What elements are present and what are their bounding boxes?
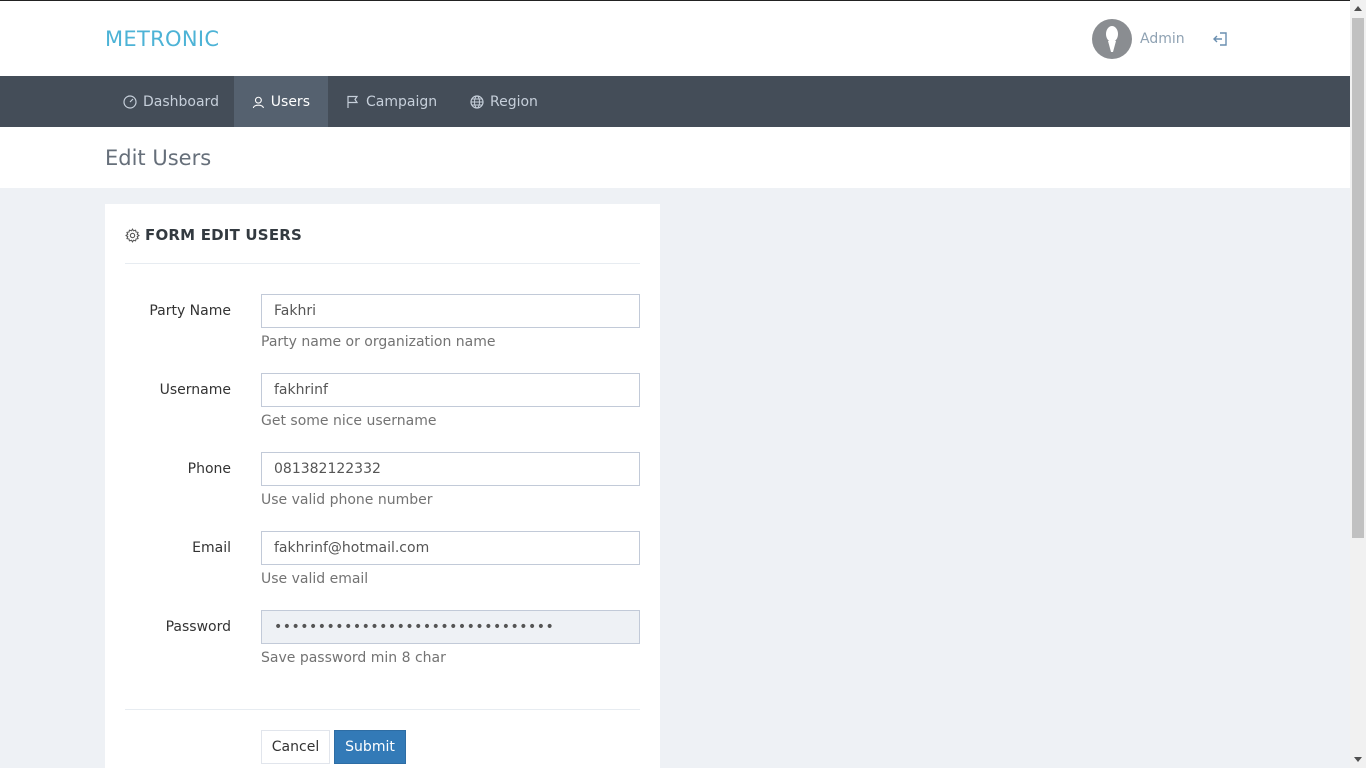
form-row-party-name: Party Name Party name or organization na… <box>105 294 660 354</box>
avatar[interactable] <box>1092 19 1132 59</box>
submit-button[interactable]: Submit <box>334 730 406 764</box>
scroll-up-arrow[interactable] <box>1354 6 1362 11</box>
form-row-password: Password Save password min 8 char <box>105 610 660 670</box>
user-menu[interactable]: Admin <box>1092 19 1229 59</box>
user-icon <box>252 96 264 108</box>
logout-icon[interactable] <box>1211 30 1229 48</box>
nav-item-users[interactable]: Users <box>234 76 328 127</box>
phone-label: Phone <box>187 461 231 477</box>
email-help: Use valid email <box>261 571 369 587</box>
form-title: FORM EDIT USERS <box>145 226 303 244</box>
party-name-label: Party Name <box>149 303 231 319</box>
user-name[interactable]: Admin <box>1140 31 1185 47</box>
portlet-title: FORM EDIT USERS <box>125 226 302 244</box>
email-label: Email <box>192 540 231 556</box>
nav-item-region[interactable]: Region <box>452 76 556 127</box>
party-name-input[interactable] <box>261 294 640 328</box>
scroll-thumb[interactable] <box>1352 18 1364 538</box>
nav-item-dashboard[interactable]: Dashboard <box>105 76 237 127</box>
page-head: Edit Users <box>0 127 1350 188</box>
password-label: Password <box>165 619 231 635</box>
page-title: Edit Users <box>105 146 212 170</box>
logo[interactable]: METRONIC <box>105 27 219 51</box>
form-row-email: Email Use valid email <box>105 531 660 591</box>
nav-label: Region <box>490 93 538 110</box>
form-row-username: Username Get some nice username <box>105 373 660 433</box>
scroll-down-arrow[interactable] <box>1354 757 1362 762</box>
phone-help: Use valid phone number <box>261 492 433 508</box>
top-header: METRONIC Admin <box>0 0 1350 76</box>
password-input[interactable] <box>261 610 640 644</box>
form-row-phone: Phone Use valid phone number <box>105 452 660 512</box>
actions-divider <box>125 709 640 710</box>
party-name-help: Party name or organization name <box>261 334 496 350</box>
flag-icon <box>347 95 359 108</box>
cancel-button[interactable]: Cancel <box>261 730 330 764</box>
title-divider <box>125 263 640 264</box>
username-label: Username <box>159 382 231 398</box>
password-help: Save password min 8 char <box>261 650 446 666</box>
phone-input[interactable] <box>261 452 640 486</box>
gear-icon <box>125 227 140 243</box>
email-input[interactable] <box>261 531 640 565</box>
nav-item-campaign[interactable]: Campaign <box>328 76 455 127</box>
nav-label: Users <box>270 93 310 110</box>
dashboard-icon <box>123 94 137 109</box>
page-scrollbar[interactable] <box>1350 0 1366 768</box>
main-nav: Dashboard Users Campaign Region <box>0 76 1350 127</box>
form-portlet: FORM EDIT USERS Party Name Party name or… <box>105 204 660 768</box>
nav-label: Dashboard <box>143 93 219 110</box>
globe-icon <box>470 94 484 109</box>
username-help: Get some nice username <box>261 413 437 429</box>
username-input[interactable] <box>261 373 640 407</box>
nav-label: Campaign <box>366 93 438 110</box>
